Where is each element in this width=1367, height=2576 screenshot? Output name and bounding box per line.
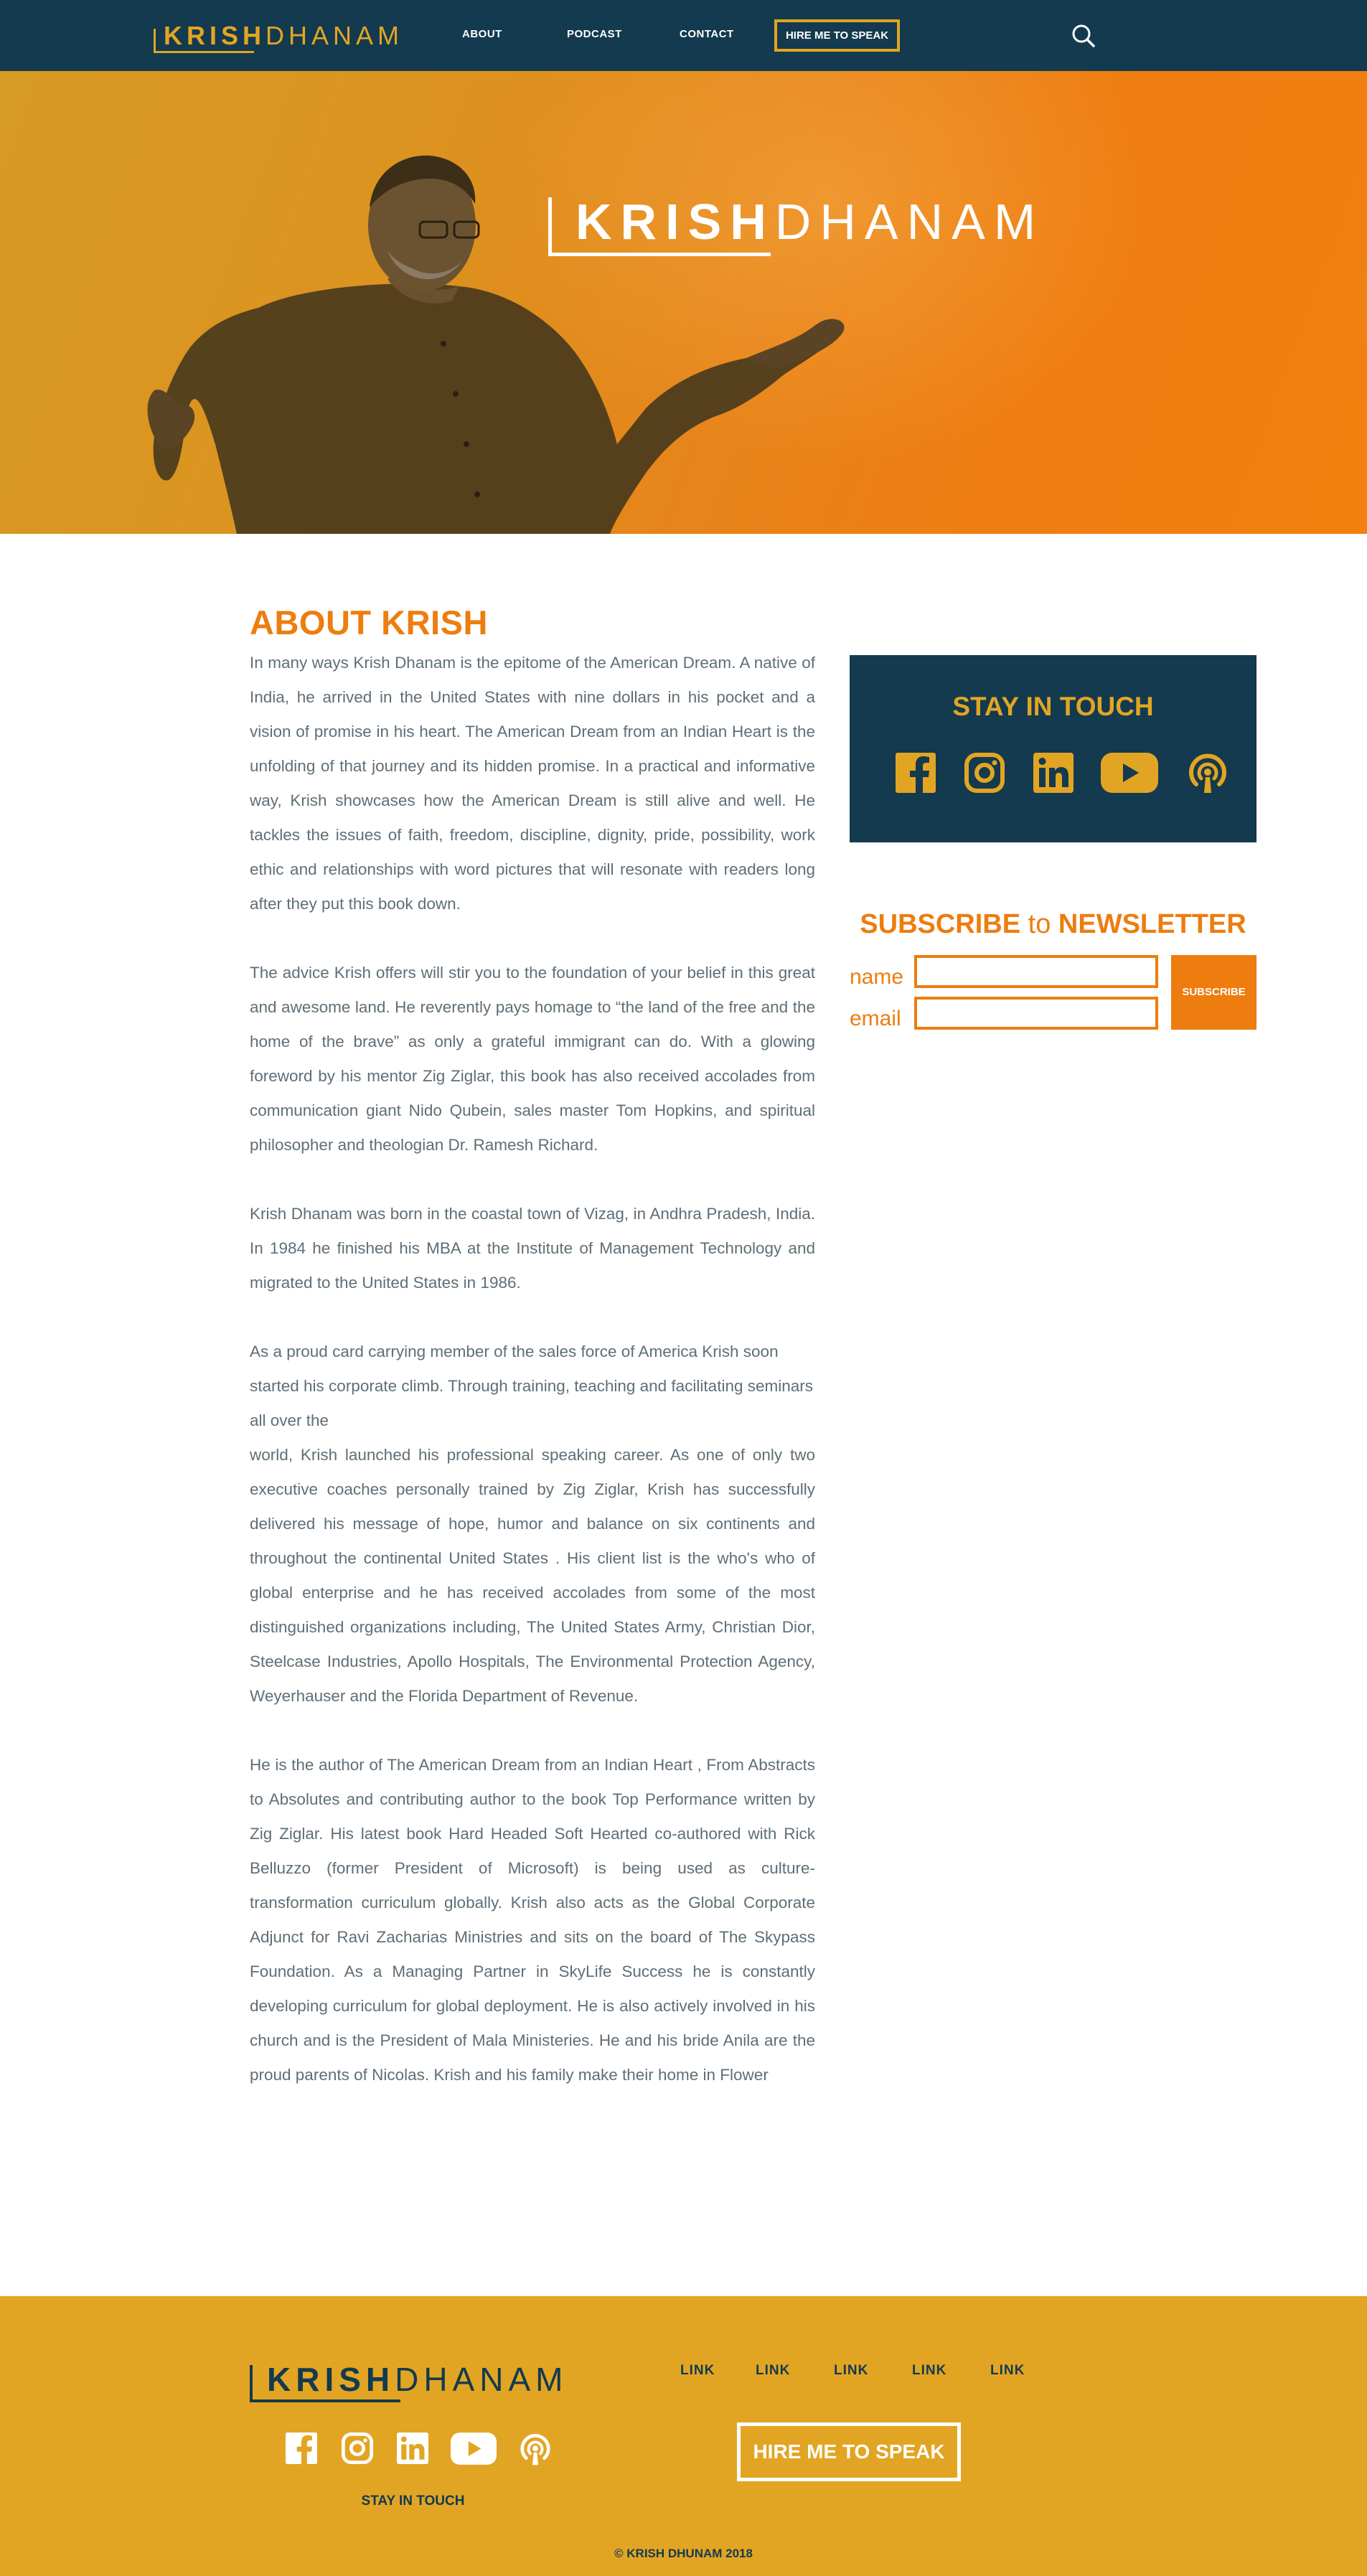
hero-banner: KRISHDHANAM bbox=[0, 71, 1367, 534]
instagram-icon[interactable] bbox=[342, 2432, 373, 2464]
linkedin-icon[interactable] bbox=[397, 2432, 428, 2464]
footer-link[interactable]: LINK bbox=[990, 2362, 1025, 2379]
speaker-photo bbox=[147, 155, 845, 534]
podcast-icon[interactable] bbox=[519, 2432, 552, 2466]
about-text: In many ways Krish Dhanam is the epitome… bbox=[250, 646, 815, 2224]
linkedin-icon[interactable] bbox=[1033, 753, 1074, 793]
footer-logo[interactable]: KRISHDHANAM bbox=[250, 2359, 568, 2404]
logo-bracket bbox=[154, 29, 254, 53]
podcast-icon[interactable] bbox=[1187, 751, 1229, 794]
logo-last-name: DHANAM bbox=[266, 21, 404, 50]
footer-link[interactable]: LINK bbox=[834, 2362, 868, 2379]
name-label: name bbox=[850, 965, 904, 989]
about-paragraph: world, Krish launched his professional s… bbox=[250, 1446, 815, 1705]
copyright-text: © KRISH DHUNAM 2018 bbox=[614, 2547, 753, 2560]
footer-hire-me-button[interactable]: HIRE ME TO SPEAK bbox=[737, 2422, 961, 2481]
subscribe-to-word: to bbox=[1028, 909, 1051, 939]
footer-logo-bracket bbox=[250, 2365, 400, 2402]
subscribe-heading: SUBSCRIBE to NEWSLETTER bbox=[850, 907, 1256, 941]
footer-link[interactable]: LINK bbox=[756, 2362, 790, 2379]
facebook-icon[interactable] bbox=[896, 753, 936, 793]
about-paragraph: The advice Krish offers will stir you to… bbox=[250, 964, 815, 1154]
search-icon[interactable] bbox=[1069, 22, 1098, 50]
subscribe-button[interactable]: SUBSCRIBE bbox=[1171, 955, 1256, 1030]
hero-logo-bracket bbox=[548, 197, 771, 256]
hire-me-button[interactable]: HIRE ME TO SPEAK bbox=[774, 19, 900, 52]
hero-logo-last-name: DHANAM bbox=[774, 194, 1045, 250]
about-paragraph: Krish Dhanam was born in the coastal tow… bbox=[250, 1205, 815, 1292]
email-label: email bbox=[850, 1007, 901, 1030]
about-title: ABOUT KRISH bbox=[250, 603, 488, 641]
footer-logo-last-name: DHANAM bbox=[395, 2361, 568, 2398]
nav-link-podcast[interactable]: PODCAST bbox=[567, 26, 622, 43]
footer-stay-in-touch-label: STAY IN TOUCH bbox=[361, 2493, 465, 2509]
email-field[interactable] bbox=[914, 997, 1158, 1030]
nav-link-contact[interactable]: CONTACT bbox=[680, 26, 734, 43]
youtube-icon[interactable] bbox=[451, 2432, 497, 2465]
facebook-icon[interactable] bbox=[286, 2432, 317, 2464]
nav-link-about[interactable]: ABOUT bbox=[462, 26, 502, 43]
footer: KRISHDHANAM LINK LINK LINK LINK LINK HIR… bbox=[0, 2296, 1367, 2576]
header-logo[interactable]: KRISHDHANAM bbox=[154, 19, 403, 53]
youtube-icon[interactable] bbox=[1101, 753, 1158, 793]
instagram-icon[interactable] bbox=[964, 753, 1005, 793]
about-paragraph: As a proud card carrying member of the s… bbox=[250, 1343, 813, 1429]
footer-link[interactable]: LINK bbox=[912, 2362, 946, 2379]
name-field[interactable] bbox=[914, 955, 1158, 988]
top-navigation: KRISHDHANAM ABOUT PODCAST CONTACT HIRE M… bbox=[0, 0, 1367, 71]
subscribe-word: SUBSCRIBE bbox=[860, 909, 1021, 939]
about-paragraph: He is the author of The American Dream f… bbox=[250, 1756, 815, 2084]
stay-in-touch-panel: STAY IN TOUCH bbox=[850, 655, 1256, 842]
stay-in-touch-title: STAY IN TOUCH bbox=[952, 692, 1154, 721]
footer-link[interactable]: LINK bbox=[680, 2362, 715, 2379]
hero-logo: KRISHDHANAM bbox=[548, 193, 1044, 258]
newsletter-word: NEWSLETTER bbox=[1058, 909, 1246, 939]
about-paragraph: In many ways Krish Dhanam is the epitome… bbox=[250, 654, 815, 913]
